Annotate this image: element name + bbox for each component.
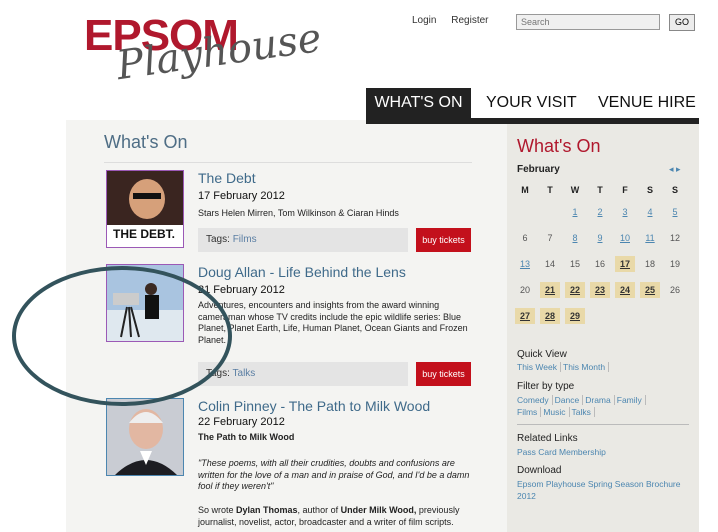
filter-films[interactable]: Films xyxy=(517,407,542,417)
calendar-day[interactable]: 2 xyxy=(590,204,610,220)
calendar-nav-arrows-icon[interactable]: ◂ ▸ xyxy=(669,164,681,175)
sidebar: What's On February ◂ ▸ MTWTFSS1234567891… xyxy=(507,124,699,532)
calendar-day: 19 xyxy=(669,259,680,269)
body-bold: Under Milk Wood, xyxy=(340,505,417,515)
register-link[interactable]: Register xyxy=(451,15,488,26)
event-thumbnail[interactable]: THE DEBT. xyxy=(106,170,184,248)
calendar-day[interactable]: 13 xyxy=(515,256,535,272)
calendar-day: 16 xyxy=(594,259,605,269)
calendar-day[interactable]: 23 xyxy=(590,282,610,298)
calendar-day: 15 xyxy=(569,259,580,269)
body-text: , author of xyxy=(297,505,341,515)
event-date: 22 February 2012 xyxy=(198,416,285,428)
calendar-day[interactable]: 3 xyxy=(615,204,635,220)
calendar-day[interactable]: 8 xyxy=(565,230,585,246)
nav-your-visit[interactable]: YOUR VISIT xyxy=(486,88,577,118)
filter-drama[interactable]: Drama xyxy=(585,395,615,405)
buy-tickets-button[interactable]: buy tickets xyxy=(416,362,471,386)
filter-talks[interactable]: Talks xyxy=(571,407,595,417)
nav-venue-hire[interactable]: VENUE HIRE xyxy=(598,88,696,118)
event-date: 17 February 2012 xyxy=(198,190,285,202)
calendar-day[interactable]: 9 xyxy=(590,230,610,246)
tags-bar: Tags: Films xyxy=(198,228,408,252)
go-button[interactable]: GO xyxy=(669,14,695,31)
body-text: So wrote xyxy=(198,505,237,515)
calendar-day[interactable]: 10 xyxy=(615,230,635,246)
event-title[interactable]: Colin Pinney - The Path to Milk Wood xyxy=(198,398,430,414)
calendar-day[interactable]: 28 xyxy=(540,308,560,324)
portrait-image xyxy=(107,399,183,475)
calendar-day[interactable]: 25 xyxy=(640,282,660,298)
event-subtitle: The Path to Milk Wood xyxy=(198,432,295,442)
quick-view-title: Quick View xyxy=(517,349,567,360)
page: EPSOM Playhouse Login Register GO WHAT'S… xyxy=(12,0,699,532)
filter-dance[interactable]: Dance xyxy=(554,395,584,405)
calendar-day[interactable]: 11 xyxy=(640,230,660,246)
divider xyxy=(104,162,472,163)
highlight-circle-annotation xyxy=(12,266,232,406)
event-title[interactable]: The Debt xyxy=(198,170,256,186)
calendar-day: 20 xyxy=(519,285,530,295)
calendar-weekday: W xyxy=(570,185,580,195)
calendar-day[interactable]: 24 xyxy=(615,282,635,298)
related-link[interactable]: Pass Card Membership xyxy=(517,447,609,457)
sidebar-title: What's On xyxy=(517,136,601,156)
download-link[interactable]: Epsom Playhouse Spring Season Brochure 2… xyxy=(517,479,680,501)
nav-whats-on[interactable]: WHAT'S ON xyxy=(366,88,471,118)
body-bold: Dylan Thomas xyxy=(236,505,298,515)
calendar-day[interactable]: 29 xyxy=(565,308,585,324)
tag-link[interactable]: Films xyxy=(233,234,257,245)
calendar-weekday: T xyxy=(547,185,553,195)
buy-tickets-button[interactable]: buy tickets xyxy=(416,228,471,252)
event-description: Stars Helen Mirren, Tom Wilkinson & Ciar… xyxy=(198,208,399,218)
calendar-weekday: S xyxy=(646,185,653,195)
calendar-day: 26 xyxy=(669,285,680,295)
login-link[interactable]: Login xyxy=(412,15,436,26)
related-links: Pass Card Membership xyxy=(517,446,687,458)
calendar-day[interactable]: 5 xyxy=(665,204,685,220)
download-links: Epsom Playhouse Spring Season Brochure 2… xyxy=(517,478,687,502)
calendar-day: 7 xyxy=(547,233,553,243)
related-links-title: Related Links xyxy=(517,433,578,444)
calendar-day: 14 xyxy=(544,259,555,269)
calendar-day[interactable]: 1 xyxy=(565,204,585,220)
quick-view-this-month[interactable]: This Month xyxy=(563,362,610,372)
calendar-day: 18 xyxy=(644,259,655,269)
calendar-day[interactable]: 4 xyxy=(640,204,660,220)
tag-link[interactable]: Talks xyxy=(233,368,256,379)
calendar-day[interactable]: 27 xyxy=(515,308,535,324)
main-title: What's On xyxy=(104,132,188,152)
filter-music[interactable]: Music xyxy=(543,407,570,417)
calendar-day[interactable]: 17 xyxy=(615,256,635,272)
event-body: So wrote Dylan Thomas, author of Under M… xyxy=(198,505,473,528)
quick-view-links: This Week This Month xyxy=(517,361,687,373)
calendar-weekday: M xyxy=(521,185,529,195)
filter-links: Comedy Dance Drama Family Films Music Talks xyxy=(517,394,687,418)
download-title: Download xyxy=(517,465,562,476)
calendar-day: 6 xyxy=(522,233,528,243)
search-input[interactable] xyxy=(516,14,660,30)
event-title[interactable]: Doug Allan - Life Behind the Lens xyxy=(198,264,406,280)
top-links: Login Register xyxy=(412,15,501,26)
divider xyxy=(517,424,689,425)
calendar-day: 12 xyxy=(669,233,680,243)
event-description: Adventures, encounters and insights from… xyxy=(198,300,468,345)
calendar-weekday: F xyxy=(622,185,628,195)
filter-comedy[interactable]: Comedy xyxy=(517,395,553,405)
thumb-caption: THE DEBT. xyxy=(113,227,176,241)
calendar-weekday: T xyxy=(597,185,603,195)
event-thumbnail[interactable] xyxy=(106,398,184,476)
calendar-month: February xyxy=(517,164,560,175)
tags-bar: Tags: Talks xyxy=(198,362,408,386)
header: EPSOM Playhouse Login Register GO WHAT'S… xyxy=(66,0,699,120)
calendar-weekday: S xyxy=(671,185,678,195)
event-quote: "These poems, with all their crudities, … xyxy=(198,458,470,491)
calendar-day[interactable]: 22 xyxy=(565,282,585,298)
filter-title: Filter by type xyxy=(517,381,575,392)
quick-view-this-week[interactable]: This Week xyxy=(517,362,561,372)
tags-label: Tags: xyxy=(206,234,230,245)
filter-family[interactable]: Family xyxy=(616,395,646,405)
calendar-day[interactable]: 21 xyxy=(540,282,560,298)
